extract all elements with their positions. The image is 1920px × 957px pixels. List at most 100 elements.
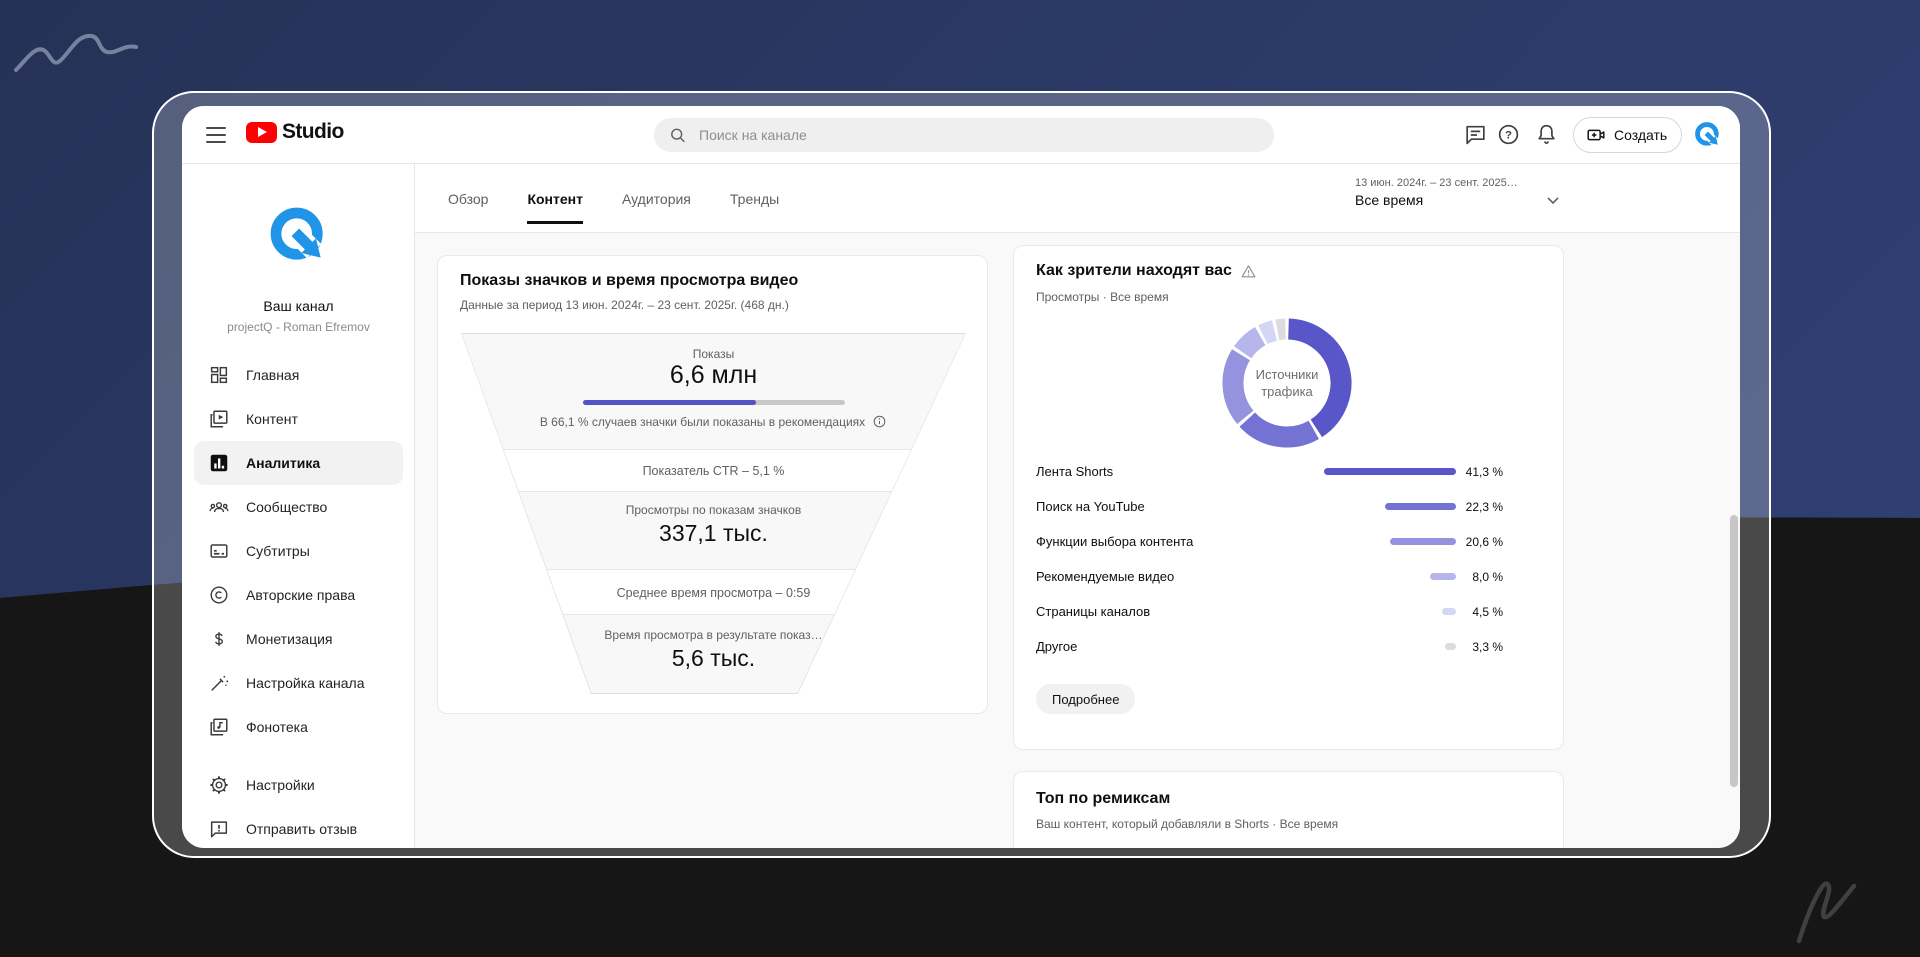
traffic-source-value: 20,6 % [1456, 535, 1503, 549]
sidebar-item-monetization[interactable]: Монетизация [194, 617, 403, 661]
donut-segment-6[interactable] [1277, 329, 1285, 330]
sidebar-item-dashboard[interactable]: Главная [194, 353, 403, 397]
sidebar-item-community[interactable]: Сообщество [194, 485, 403, 529]
tab-обзор[interactable]: Обзор [448, 164, 488, 233]
donut-segment-2[interactable] [1247, 420, 1313, 437]
impressions-funnel-card: Показы значков и время просмотра видео Д… [437, 255, 988, 714]
top-remixes-card: Топ по ремиксам Ваш контент, который доб… [1013, 771, 1564, 848]
menu-hamburger-button[interactable] [206, 127, 226, 143]
settings-icon [208, 774, 230, 796]
funnel-step-impressions[interactable]: Показы 6,6 млн В 66,1 % случаев значки б… [462, 334, 965, 450]
date-range-label: Все время [1355, 192, 1518, 208]
traffic-source-row[interactable]: Другое3,3 % [1036, 629, 1503, 664]
warning-icon[interactable] [1240, 263, 1257, 280]
funnel-step-watch-time[interactable]: Время просмотра в результате показ… 5,6 … [462, 615, 965, 693]
donut-segment-4[interactable] [1243, 336, 1261, 352]
traffic-card-subtitle: Просмотры · Все время [1036, 290, 1169, 304]
sidebar-item-analytics[interactable]: Аналитика [194, 441, 403, 485]
youtube-studio-logo[interactable]: Studio [246, 120, 344, 144]
traffic-sources-donut-chart: Источники трафика [1212, 308, 1362, 458]
scrollbar-thumb[interactable] [1730, 515, 1738, 787]
chevron-down-icon[interactable] [1543, 190, 1563, 210]
impressions-value: 6,6 млн [462, 361, 965, 390]
squiggle-top-left [16, 36, 136, 70]
traffic-source-value: 4,5 % [1456, 605, 1503, 619]
traffic-source-label: Функции выбора контента [1036, 534, 1390, 549]
channel-q-logo-icon [1693, 120, 1722, 149]
traffic-source-row[interactable]: Лента Shorts41,3 % [1036, 454, 1503, 489]
comment-icon [1463, 122, 1488, 147]
impressions-funnel-chart: Показы 6,6 млн В 66,1 % случаев значки б… [461, 333, 966, 694]
studio-logo-text: Studio [282, 120, 344, 144]
more-details-button[interactable]: Подробнее [1036, 684, 1135, 714]
notifications-button[interactable] [1534, 122, 1559, 147]
help-button[interactable]: ? [1496, 122, 1521, 147]
views-label: Просмотры по показам значков [462, 503, 965, 517]
sidebar-item-content[interactable]: Контент [194, 397, 403, 441]
content-icon [208, 408, 230, 430]
sidebar-item-label: Монетизация [246, 631, 333, 647]
traffic-source-row[interactable]: Функции выбора контента 20,6 % [1036, 524, 1503, 559]
traffic-source-row[interactable]: Страницы каналов4,5 % [1036, 594, 1503, 629]
subtitles-icon [208, 540, 230, 562]
search-input[interactable] [697, 126, 1260, 144]
traffic-source-label: Поиск на YouTube [1036, 499, 1385, 514]
traffic-sources-card: Как зрители находят вас Просмотры · Все … [1013, 245, 1564, 750]
donut-segment-3[interactable] [1233, 355, 1245, 418]
svg-text:?: ? [1505, 130, 1512, 142]
date-range-picker[interactable]: 13 июн. 2024г. – 23 сент. 2025… Все врем… [1355, 177, 1518, 208]
traffic-sources-legend: Лента Shorts41,3 % Поиск на YouTube 22,3 %… [1014, 454, 1565, 664]
impressions-progress-track [583, 400, 845, 405]
sidebar-item-label: Отправить отзыв [246, 821, 357, 837]
sidebar-item-send-feedback[interactable]: Отправить отзыв [194, 807, 403, 848]
donut-segment-5[interactable] [1263, 330, 1274, 334]
channel-q-logo-icon [266, 203, 330, 267]
browser-window-frame: Studio ? Создать [152, 91, 1771, 858]
traffic-source-value: 22,3 % [1456, 500, 1503, 514]
audio-library-icon [208, 716, 230, 738]
analytics-content: Показы значков и время просмотра видео Д… [415, 233, 1740, 848]
help-icon: ? [1496, 122, 1521, 147]
sidebar-item-customization[interactable]: Настройка канала [194, 661, 403, 705]
traffic-source-value: 41,3 % [1456, 465, 1503, 479]
create-button[interactable]: Создать [1573, 117, 1682, 153]
analytics-icon [208, 452, 230, 474]
sidebar-item-copyright[interactable]: Авторские права [194, 573, 403, 617]
sidebar-item-label: Авторские права [246, 587, 355, 603]
ctr-text: Показатель CTR – 5,1 % [643, 464, 785, 478]
top-app-bar: Studio ? Создать [182, 106, 1740, 164]
sidebar-item-settings[interactable]: Настройки [194, 763, 403, 807]
traffic-source-bar [1324, 468, 1456, 475]
sidebar: Ваш канал projectQ - Roman Efremov Главн… [182, 164, 415, 848]
sidebar-item-audio-library[interactable]: Фонотека [194, 705, 403, 749]
channel-avatar[interactable] [266, 203, 330, 267]
tab-аудитория[interactable]: Аудитория [622, 164, 691, 233]
analytics-tabs-bar: Обзор Контент Аудитория Тренды 13 июн. 2024… [415, 164, 1740, 233]
funnel-step-views[interactable]: Просмотры по показам значков 337,1 тыс. [462, 492, 965, 570]
remix-card-title: Топ по ремиксам [1036, 790, 1170, 808]
traffic-source-row[interactable]: Рекомендуемые видео8,0 % [1036, 559, 1503, 594]
funnel-card-title: Показы значков и время просмотра видео [460, 272, 798, 290]
youtube-play-icon [246, 122, 277, 143]
funnel-step-ctr[interactable]: Показатель CTR – 5,1 % [462, 450, 965, 492]
feedback-history-button[interactable] [1463, 122, 1488, 147]
traffic-source-row[interactable]: Поиск на YouTube 22,3 % [1036, 489, 1503, 524]
tab-контент[interactable]: Контент [527, 164, 583, 233]
sidebar-item-subtitles[interactable]: Субтитры [194, 529, 403, 573]
tab-тренды[interactable]: Тренды [730, 164, 779, 233]
info-icon[interactable] [872, 414, 887, 429]
channel-handle: projectQ - Roman Efremov [182, 320, 415, 334]
remix-card-subtitle: Ваш контент, который добавляли в Shorts … [1036, 817, 1338, 831]
sidebar-item-label: Главная [246, 367, 299, 383]
funnel-step-avg-duration[interactable]: Среднее время просмотра – 0:59 [462, 570, 965, 615]
impressions-label: Показы [462, 347, 965, 361]
sidebar-item-label: Сообщество [246, 499, 327, 515]
traffic-source-bar [1430, 573, 1456, 580]
sidebar-item-label: Фонотека [246, 719, 308, 735]
create-button-label: Создать [1614, 127, 1667, 143]
account-avatar[interactable] [1693, 120, 1722, 149]
channel-search-bar[interactable] [654, 118, 1274, 152]
customization-icon [208, 672, 230, 694]
dashboard-icon [208, 364, 230, 386]
donut-center-line1: Источники [1256, 367, 1319, 382]
